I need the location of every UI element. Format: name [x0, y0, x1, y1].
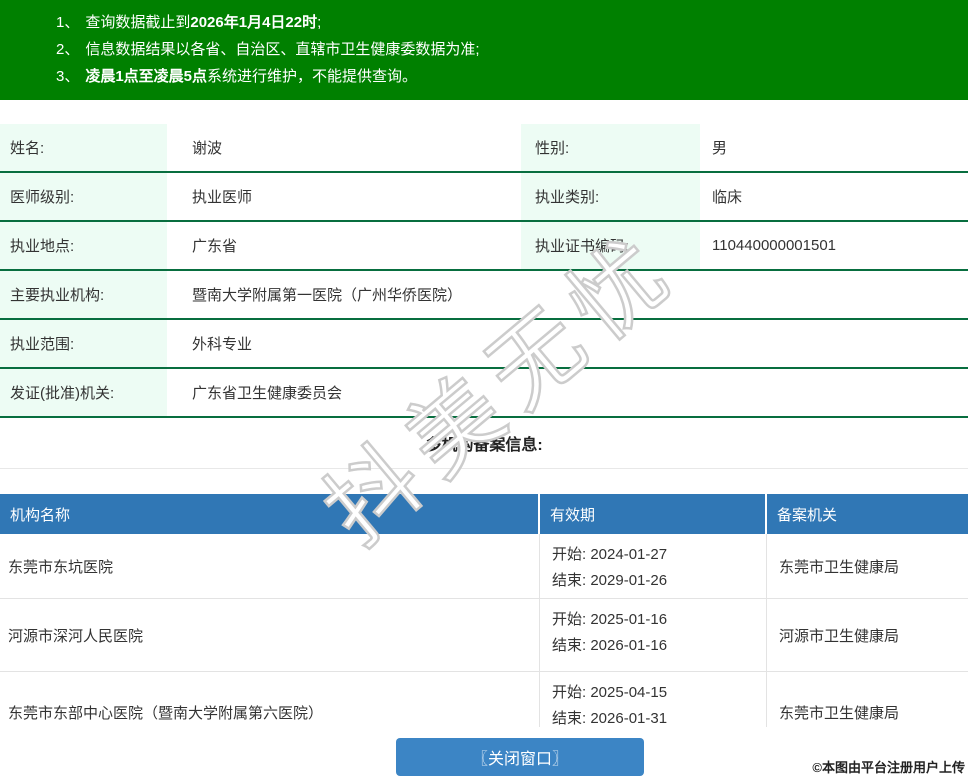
cell-filing-authority: 东莞市卫生健康局 — [767, 534, 968, 598]
filing-table-header: 机构名称 有效期 备案机关 — [0, 494, 968, 534]
table-row: 东莞市东坑医院 开始: 2024-01-27 结束: 2029-01-26 东莞… — [0, 534, 968, 599]
practitioner-info-table: 姓名: 谢波 性别: 男 医师级别: 执业医师 执业类别: 临床 执业地点: 广… — [0, 124, 968, 418]
notice-text: 系统进行维护，不能提供查询。 — [207, 68, 417, 85]
field-value-main-institution: 暨南大学附属第一医院（广州华侨医院） — [167, 271, 968, 318]
field-value-practice-category: 临床 — [700, 173, 968, 220]
field-label-doctor-level: 医师级别: — [0, 173, 167, 220]
table-row: 执业范围: 外科专业 — [0, 320, 968, 369]
notice-text-bold: 2026年1月4日22时 — [190, 14, 317, 31]
field-label-issuing-authority: 发证(批准)机关: — [0, 369, 167, 416]
cell-org-name: 东莞市东坑医院 — [0, 534, 540, 598]
column-header-validity: 有效期 — [540, 494, 767, 534]
notice-text: ; — [317, 14, 321, 31]
field-value-doctor-level: 执业医师 — [167, 173, 521, 220]
button-row: 〖关闭窗口〗 — [0, 738, 968, 776]
notice-text-bold: 凌晨1点至凌晨5点 — [85, 68, 207, 85]
cell-validity: 开始: 2025-04-15 结束: 2026-01-31 — [540, 672, 767, 727]
cell-validity: 开始: 2024-01-27 结束: 2029-01-26 — [540, 534, 767, 598]
validity-end: 结束: 2026-01-31 — [552, 706, 766, 727]
field-label-gender: 性别: — [521, 124, 700, 171]
cell-filing-authority: 河源市卫生健康局 — [767, 599, 968, 671]
cell-validity: 开始: 2025-01-16 结束: 2026-01-16 — [540, 599, 767, 671]
column-header-filing-authority: 备案机关 — [767, 494, 968, 534]
validity-start: 开始: 2025-04-15 — [552, 680, 766, 706]
divider — [0, 468, 968, 469]
validity-end: 结束: 2026-01-16 — [552, 633, 766, 659]
field-value-certificate-number: 110440000001501 — [700, 222, 968, 269]
table-row: 发证(批准)机关: 广东省卫生健康委员会 — [0, 369, 968, 418]
validity-end: 结束: 2029-01-26 — [552, 568, 766, 594]
field-label-main-institution: 主要执业机构: — [0, 271, 167, 318]
notice-banner: 1、查询数据截止到2026年1月4日22时; 2、信息数据结果以各省、自治区、直… — [0, 0, 968, 100]
notice-line: 2、信息数据结果以各省、自治区、直辖市卫生健康委数据为准; — [56, 36, 958, 63]
notice-text: 查询数据截止到 — [85, 14, 190, 31]
field-label-practice-location: 执业地点: — [0, 222, 167, 269]
validity-start: 开始: 2025-01-16 — [552, 607, 766, 633]
table-row: 河源市深河人民医院 开始: 2025-01-16 结束: 2026-01-16 … — [0, 599, 968, 672]
field-value-practice-scope: 外科专业 — [167, 320, 968, 367]
table-row: 医师级别: 执业医师 执业类别: 临床 — [0, 173, 968, 222]
table-row: 东莞市东部中心医院（暨南大学附属第六医院） 开始: 2025-04-15 结束:… — [0, 672, 968, 727]
cell-org-name: 东莞市东部中心医院（暨南大学附属第六医院） — [0, 672, 540, 727]
notice-text: 信息数据结果以各省、自治区、直辖市卫生健康委数据为准; — [85, 41, 479, 58]
license-query-page: 1、查询数据截止到2026年1月4日22时; 2、信息数据结果以各省、自治区、直… — [0, 0, 968, 776]
field-label-practice-category: 执业类别: — [521, 173, 700, 220]
notice-number: 2、 — [56, 41, 79, 58]
field-value-practice-location: 广东省 — [167, 222, 521, 269]
filing-table: 机构名称 有效期 备案机关 东莞市东坑医院 开始: 2024-01-27 结束:… — [0, 494, 968, 727]
notice-line: 3、凌晨1点至凌晨5点系统进行维护，不能提供查询。 — [56, 63, 958, 90]
column-header-org-name: 机构名称 — [0, 494, 540, 534]
table-row: 主要执业机构: 暨南大学附属第一医院（广州华侨医院） — [0, 271, 968, 320]
table-row: 姓名: 谢波 性别: 男 — [0, 124, 968, 173]
cell-filing-authority: 东莞市卫生健康局 — [767, 672, 968, 727]
field-value-gender: 男 — [700, 124, 968, 171]
cell-org-name: 河源市深河人民医院 — [0, 599, 540, 671]
field-label-practice-scope: 执业范围: — [0, 320, 167, 367]
field-label-name: 姓名: — [0, 124, 167, 171]
notice-number: 1、 — [56, 14, 79, 31]
field-value-name: 谢波 — [167, 124, 521, 171]
notice-number: 3、 — [56, 68, 79, 85]
table-row: 执业地点: 广东省 执业证书编码: 110440000001501 — [0, 222, 968, 271]
field-label-certificate-number: 执业证书编码: — [521, 222, 700, 269]
field-value-issuing-authority: 广东省卫生健康委员会 — [167, 369, 968, 416]
validity-start: 开始: 2024-01-27 — [552, 542, 766, 568]
notice-line: 1、查询数据截止到2026年1月4日22时; — [56, 9, 958, 36]
section-title-multi-institution-filing: 多机构备案信息: — [0, 418, 968, 468]
close-window-button[interactable]: 〖关闭窗口〗 — [396, 738, 644, 776]
